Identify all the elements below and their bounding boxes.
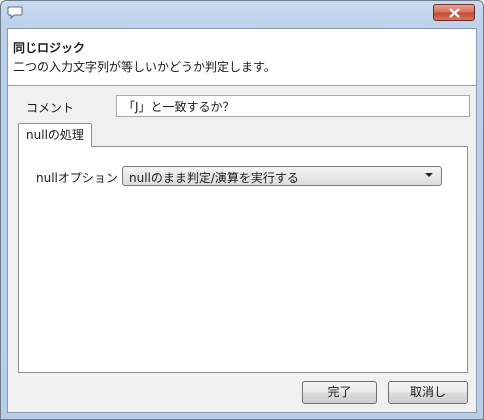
null-option-label: nullオプション (36, 171, 118, 185)
null-option-select[interactable]: nullのまま判定/演算を実行する (122, 166, 442, 186)
dialog-title: 同じロジック (13, 41, 86, 55)
close-icon (449, 8, 460, 18)
speech-bubble-icon (7, 6, 23, 20)
comment-label: コメント (26, 101, 75, 115)
close-button[interactable] (433, 4, 475, 21)
dialog-description: 二つの入力文字列が等しいかどうか判定します。 (13, 60, 276, 74)
dialog-content: 同じロジック 二つの入力文字列が等しいかどうか判定します。 コメント nullの… (7, 28, 477, 413)
comment-input[interactable] (116, 95, 470, 117)
tab-null-handling[interactable]: nullの処理 (18, 123, 92, 147)
null-option-value: nullのまま判定/演算を実行する (129, 171, 299, 185)
ok-button[interactable]: 完了 (302, 381, 377, 404)
cancel-button[interactable]: 取消し (388, 381, 468, 404)
tab-panel-null-handling: nullオプション nullのまま判定/演算を実行する (18, 146, 468, 373)
dialog-window: 同じロジック 二つの入力文字列が等しいかどうか判定します。 コメント nullの… (0, 0, 484, 420)
dialog-header: 同じロジック 二つの入力文字列が等しいかどうか判定します。 (8, 29, 476, 86)
dropdown-arrow-icon (425, 173, 433, 177)
title-bar[interactable] (1, 1, 483, 25)
